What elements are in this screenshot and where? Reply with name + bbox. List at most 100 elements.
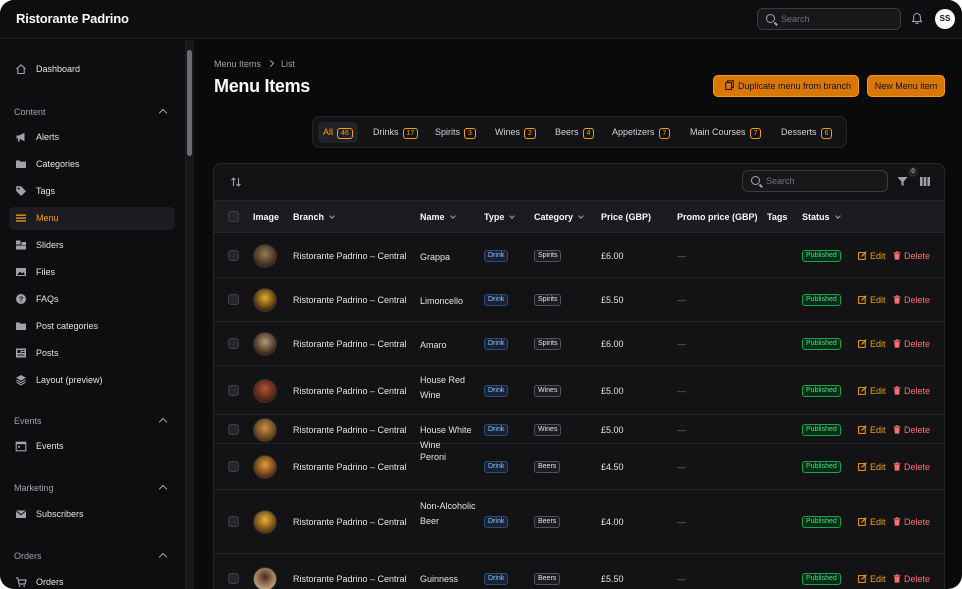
table-row[interactable]: Ristorante Padrino – Central Limoncello Dr… bbox=[214, 278, 944, 322]
delete-button[interactable]: Delete bbox=[893, 517, 930, 527]
new-menu-item-button[interactable]: New Menu item bbox=[867, 75, 945, 97]
sidebar-item-dashboard[interactable]: Dashboard bbox=[9, 58, 175, 81]
brand-name[interactable]: Ristorante Padrino bbox=[16, 11, 129, 26]
sidebar-item-posts[interactable]: Posts bbox=[9, 342, 175, 365]
sidebar-item-post-categories[interactable]: Post categories bbox=[9, 315, 175, 338]
edit-button[interactable]: Edit bbox=[858, 295, 886, 305]
delete-button[interactable]: Delete bbox=[893, 425, 930, 435]
edit-button[interactable]: Edit bbox=[858, 574, 886, 584]
delete-button[interactable]: Delete bbox=[893, 251, 930, 261]
duplicate-menu-button[interactable]: Duplicate menu from branch bbox=[713, 75, 859, 97]
chevron-down-icon bbox=[834, 213, 841, 219]
sidebar-scrollbar[interactable] bbox=[186, 40, 194, 589]
sidebar-item-layout[interactable]: Layout (preview) bbox=[9, 369, 175, 392]
tag-icon bbox=[16, 186, 26, 196]
edit-button[interactable]: Edit bbox=[858, 386, 886, 396]
row-checkbox[interactable] bbox=[228, 424, 239, 435]
sidebar-item-menu[interactable]: Menu bbox=[9, 207, 175, 230]
filter-icon[interactable] bbox=[897, 176, 908, 187]
row-checkbox[interactable] bbox=[228, 461, 239, 472]
edit-button[interactable]: Edit bbox=[858, 462, 886, 472]
folder-icon bbox=[16, 160, 26, 168]
global-search-input[interactable] bbox=[781, 12, 893, 26]
sidebar-item-tags[interactable]: Tags bbox=[9, 180, 175, 203]
delete-button[interactable]: Delete bbox=[893, 339, 930, 349]
edit-label: Edit bbox=[870, 339, 886, 349]
tab-desserts[interactable]: Desserts 6 bbox=[776, 122, 837, 143]
tab-count: 7 bbox=[658, 128, 671, 139]
category-badge: Spirits bbox=[534, 294, 562, 306]
tab-beers[interactable]: Beers 4 bbox=[550, 122, 599, 143]
delete-button[interactable]: Delete bbox=[893, 386, 930, 396]
chevron-up-icon[interactable] bbox=[158, 552, 168, 562]
tab-appetizers[interactable]: Appetizers 7 bbox=[607, 122, 675, 143]
column-category[interactable]: Category bbox=[534, 212, 584, 222]
row-checkbox[interactable] bbox=[228, 250, 239, 261]
sidebar-item-files[interactable]: Files bbox=[9, 261, 175, 284]
megaphone-icon bbox=[16, 132, 25, 142]
edit-button[interactable]: Edit bbox=[858, 425, 886, 435]
tab-count: 46 bbox=[337, 128, 353, 139]
column-promo-price: Promo price (GBP) bbox=[677, 212, 758, 222]
chevron-up-icon[interactable] bbox=[158, 417, 168, 427]
columns-icon[interactable] bbox=[920, 177, 930, 186]
edit-button[interactable]: Edit bbox=[858, 251, 886, 261]
tab-all[interactable]: All 46 bbox=[318, 122, 358, 143]
user-avatar[interactable]: SS bbox=[935, 9, 955, 29]
tab-drinks[interactable]: Drinks 17 bbox=[368, 122, 423, 143]
sidebar-item-alerts[interactable]: Alerts bbox=[9, 126, 175, 149]
tab-label: Drinks bbox=[373, 127, 399, 137]
global-search[interactable] bbox=[757, 8, 901, 30]
table-search-input[interactable] bbox=[766, 174, 882, 188]
sidebar-item-label: Subscribers bbox=[36, 509, 84, 519]
sidebar-item-categories[interactable]: Categories bbox=[9, 153, 175, 176]
item-thumbnail bbox=[253, 455, 277, 479]
tab-spirits[interactable]: Spirits 3 bbox=[430, 122, 481, 143]
tab-count: 2 bbox=[524, 128, 536, 139]
row-checkbox[interactable] bbox=[228, 385, 239, 396]
cell-promo-price: — bbox=[677, 339, 686, 349]
edit-button[interactable]: Edit bbox=[858, 339, 886, 349]
column-type[interactable]: Type bbox=[484, 212, 516, 222]
tab-wines[interactable]: Wines 2 bbox=[490, 122, 541, 143]
status-badge: Published bbox=[802, 516, 841, 528]
column-branch[interactable]: Branch bbox=[293, 212, 335, 222]
row-checkbox[interactable] bbox=[228, 294, 239, 305]
sidebar-item-subscribers[interactable]: Subscribers bbox=[9, 503, 175, 526]
trash-icon bbox=[893, 574, 901, 583]
bell-icon[interactable] bbox=[911, 12, 923, 25]
delete-button[interactable]: Delete bbox=[893, 462, 930, 472]
table-search[interactable] bbox=[742, 170, 888, 192]
row-checkbox[interactable] bbox=[228, 516, 239, 527]
sort-icon[interactable] bbox=[230, 176, 242, 188]
chevron-up-icon[interactable] bbox=[158, 484, 168, 494]
table-row[interactable]: Ristorante Padrino – Central Guinness Drin… bbox=[214, 554, 944, 589]
cart-icon bbox=[16, 577, 27, 587]
table-row[interactable]: Ristorante Padrino – Central Grappa Drink S… bbox=[214, 234, 944, 278]
select-all-checkbox[interactable] bbox=[228, 211, 239, 222]
table-row[interactable]: Ristorante Padrino – Central Non-Alcoholi… bbox=[214, 490, 944, 554]
column-status[interactable]: Status bbox=[802, 212, 841, 222]
table-row[interactable]: Ristorante Padrino – Central House Red Wi… bbox=[214, 366, 944, 415]
delete-button[interactable]: Delete bbox=[893, 295, 930, 305]
chevron-up-icon[interactable] bbox=[158, 108, 168, 118]
cell-price: £6.00 bbox=[601, 251, 624, 261]
sidebar-item-faqs[interactable]: ? FAQs bbox=[9, 288, 175, 311]
delete-button[interactable]: Delete bbox=[893, 574, 930, 584]
scroll-thumb[interactable] bbox=[187, 50, 192, 156]
sidebar-item-label: FAQs bbox=[36, 294, 59, 304]
breadcrumb-parent[interactable]: Menu Items bbox=[214, 59, 261, 69]
calendar-icon bbox=[15, 441, 27, 452]
row-checkbox[interactable] bbox=[228, 338, 239, 349]
sidebar-item-events[interactable]: Events bbox=[9, 435, 175, 458]
edit-button[interactable]: Edit bbox=[858, 517, 886, 527]
tab-main-courses[interactable]: Main Courses 7 bbox=[685, 122, 766, 143]
sidebar-item-orders[interactable]: Orders bbox=[9, 571, 175, 589]
sidebar-item-sliders[interactable]: Sliders bbox=[9, 234, 175, 257]
column-name[interactable]: Name bbox=[420, 212, 456, 222]
table-row[interactable]: Ristorante Padrino – Central Peroni Drink B… bbox=[214, 444, 944, 490]
table-row[interactable]: Ristorante Padrino – Central House White … bbox=[214, 415, 944, 450]
table-row[interactable]: Ristorante Padrino – Central Amaro Drink Sp… bbox=[214, 322, 944, 366]
cell-name: Grappa bbox=[420, 252, 451, 262]
row-checkbox[interactable] bbox=[228, 573, 239, 584]
